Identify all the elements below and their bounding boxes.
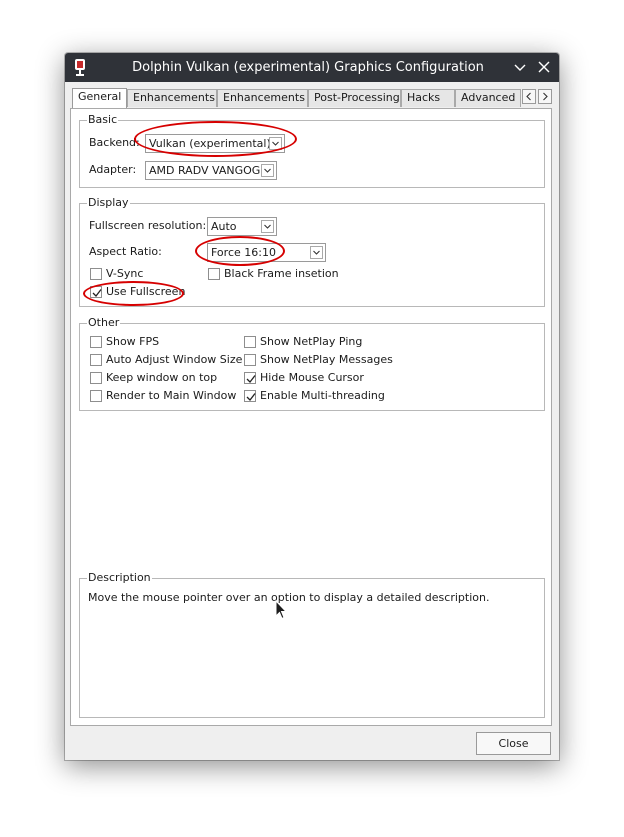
enable-multithreading-checkbox[interactable] bbox=[244, 390, 256, 402]
graphics-config-window: Dolphin Vulkan (experimental) Graphics C… bbox=[65, 53, 559, 760]
show-netplay-messages-label: Show NetPlay Messages bbox=[260, 353, 393, 366]
render-to-main-window-checkbox[interactable] bbox=[90, 390, 102, 402]
show-netplay-ping-label: Show NetPlay Ping bbox=[260, 335, 363, 348]
checkmark-icon bbox=[246, 393, 256, 401]
render-to-main-window-label: Render to Main Window bbox=[106, 389, 237, 402]
tab-advanced[interactable]: Advanced bbox=[455, 89, 521, 107]
auto-adjust-window-size-label: Auto Adjust Window Size bbox=[106, 353, 243, 366]
close-icon[interactable] bbox=[535, 58, 553, 76]
show-fps-checkbox[interactable] bbox=[90, 336, 102, 348]
close-button[interactable]: Close bbox=[476, 732, 551, 755]
vsync-checkbox[interactable] bbox=[90, 268, 102, 280]
tab-scroll-right-button[interactable] bbox=[538, 89, 552, 104]
adapter-label: Adapter: bbox=[89, 163, 137, 176]
chevron-down-icon bbox=[261, 220, 274, 233]
tab-enhancements[interactable]: Enhancements bbox=[127, 89, 217, 107]
window-title: Dolphin Vulkan (experimental) Graphics C… bbox=[132, 60, 484, 75]
chevron-down-icon bbox=[261, 164, 274, 177]
show-netplay-ping-checkbox[interactable] bbox=[244, 336, 256, 348]
enable-multithreading-label: Enable Multi-threading bbox=[260, 389, 385, 402]
black-frame-insertion-label: Black Frame insetion bbox=[224, 267, 339, 280]
display-group-title: Display bbox=[87, 196, 130, 210]
adapter-select[interactable]: AMD RADV VANGOGH bbox=[145, 161, 277, 180]
tab-post-processing[interactable]: Post-Processing bbox=[308, 89, 401, 107]
general-tab-panel: Basic Backend: Vulkan (experimental) Ada… bbox=[70, 108, 552, 726]
chevron-right-icon bbox=[543, 92, 548, 101]
chevron-down-icon bbox=[310, 246, 323, 259]
show-netplay-messages-checkbox[interactable] bbox=[244, 354, 256, 366]
tab-hacks[interactable]: Hacks bbox=[401, 89, 455, 107]
annotation-ellipse-backend bbox=[134, 121, 297, 157]
title-bar[interactable]: Dolphin Vulkan (experimental) Graphics C… bbox=[65, 53, 559, 82]
description-group-title: Description bbox=[87, 571, 152, 585]
tab-bar: General Enhancements Enhancements Post-P… bbox=[72, 88, 554, 108]
show-fps-label: Show FPS bbox=[106, 335, 160, 348]
chevron-left-icon bbox=[526, 92, 531, 101]
tab-general[interactable]: General bbox=[72, 88, 127, 108]
chevron-down-icon[interactable] bbox=[511, 58, 529, 76]
tab-enhancements-2[interactable]: Enhancements bbox=[217, 89, 308, 107]
fullscreen-resolution-label: Fullscreen resolution: bbox=[89, 219, 207, 232]
other-group: Other Show FPS Auto Adjust Window Size K… bbox=[79, 316, 545, 411]
vsync-label: V-Sync bbox=[106, 267, 144, 280]
backend-label: Backend: bbox=[89, 136, 140, 149]
description-text: Move the mouse pointer over an option to… bbox=[88, 591, 490, 604]
aspect-ratio-label: Aspect Ratio: bbox=[89, 245, 162, 258]
keep-window-on-top-checkbox[interactable] bbox=[90, 372, 102, 384]
keep-window-on-top-label: Keep window on top bbox=[106, 371, 218, 384]
auto-adjust-window-size-checkbox[interactable] bbox=[90, 354, 102, 366]
other-group-title: Other bbox=[87, 316, 121, 330]
mouse-pointer-icon bbox=[275, 599, 288, 620]
annotation-ellipse-use-fullscreen bbox=[83, 281, 184, 306]
fullscreen-resolution-select[interactable]: Auto bbox=[207, 217, 277, 236]
hide-mouse-cursor-checkbox[interactable] bbox=[244, 372, 256, 384]
black-frame-insertion-checkbox[interactable] bbox=[208, 268, 220, 280]
dolphin-app-icon bbox=[73, 58, 87, 77]
tab-scroll-left-button[interactable] bbox=[522, 89, 536, 104]
basic-group-title: Basic bbox=[87, 113, 119, 127]
description-group: Description Move the mouse pointer over … bbox=[79, 571, 545, 718]
checkmark-icon bbox=[246, 375, 256, 383]
annotation-ellipse-aspect-ratio bbox=[195, 236, 285, 266]
hide-mouse-cursor-label: Hide Mouse Cursor bbox=[260, 371, 364, 384]
